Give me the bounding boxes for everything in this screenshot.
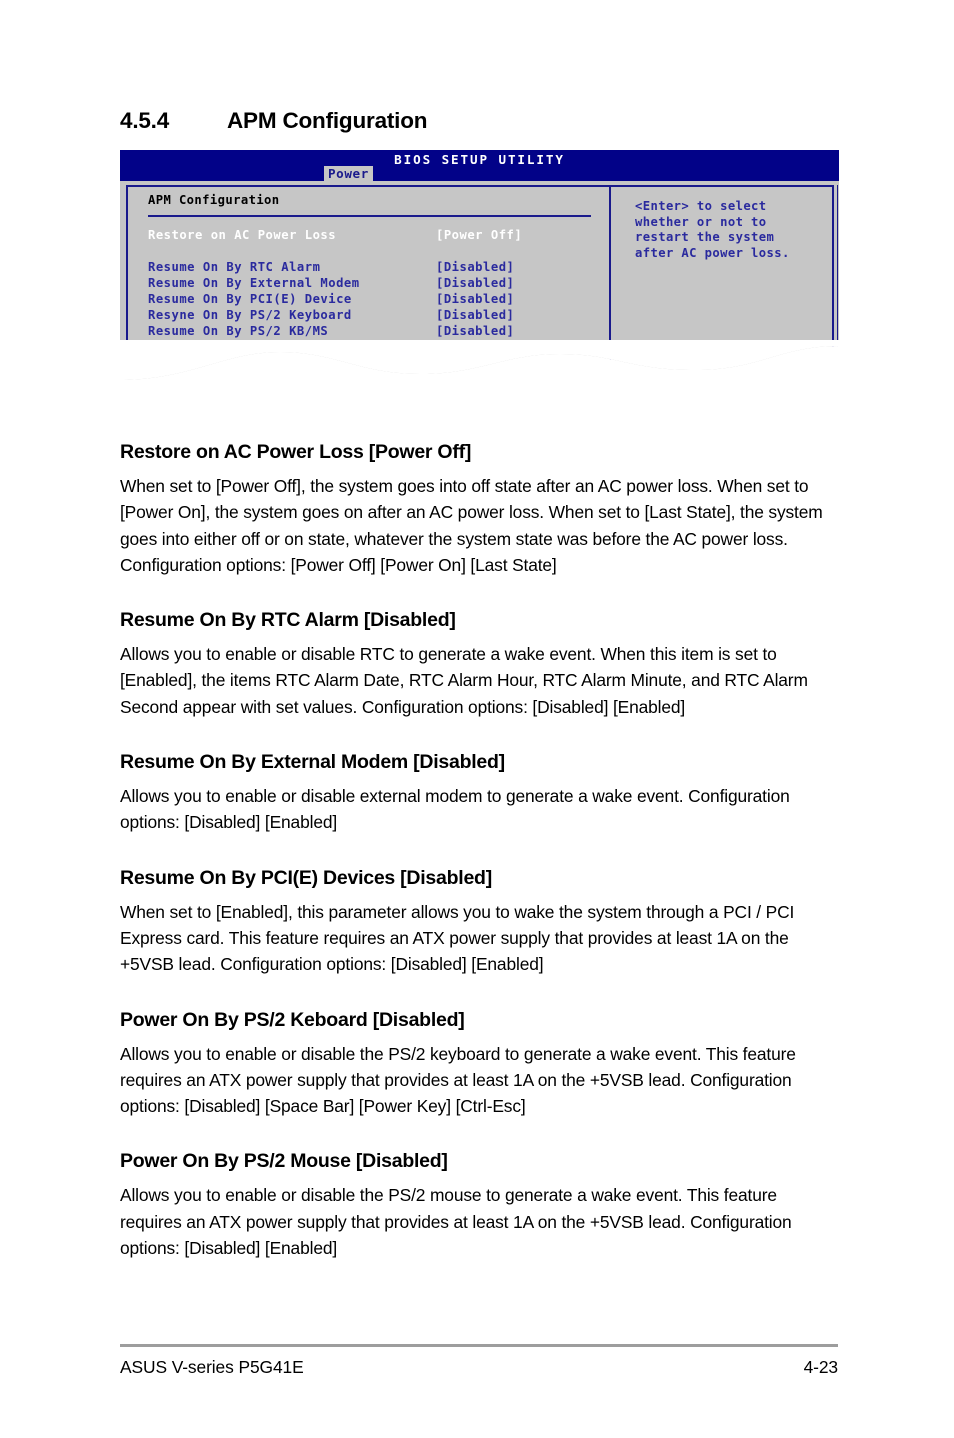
bios-menu-panel: APM Configuration Restore on AC Power Lo… [128,187,609,369]
footer-page-number: 4-23 [803,1357,839,1377]
bios-help-footer-faint: v02 - - - [635,347,744,355]
setting-description-block: Power On By PS/2 Keboard [Disabled] Allow… [120,1008,842,1120]
bios-help-text: <Enter> to select whether or not to rest… [635,199,790,260]
bios-menu-spacer [148,243,598,259]
setting-body: When set to [Power Off], the system goes… [120,476,823,575]
bios-menu-row-value[interactable]: [Disabled] [436,275,514,291]
bios-menu-row[interactable]: Resume On By PCI(E) Device [Disabled] [148,291,598,307]
bios-menu-row-label: Resume On By External Modem [148,276,360,290]
bios-menu-row[interactable]: Resyne On By PS/2 Keyboard [Disabled] [148,307,598,323]
bios-menu-row[interactable]: Resume On By External Modem [Disabled] [148,275,598,291]
setting-title: Power On By PS/2 Mouse [Disabled] [120,1150,448,1173]
bios-menu-rows: Restore on AC Power Loss [Power Off] Resum… [148,227,598,339]
bios-menu-row-value[interactable]: [Disabled] [436,259,514,275]
setting-body: Allows you to enable or disable external… [120,786,790,833]
bios-tab-power[interactable]: Power [324,166,373,182]
bios-panel-heading-rule [148,215,591,217]
section-heading: 4.5.4 APM Configuration [120,108,840,134]
setting-body: Allows you to enable or disable the PS/2… [120,1043,796,1117]
section-title: APM Configuration [227,108,428,133]
bios-titlebar: BIOS SETUP UTILITY Power [120,150,839,182]
setting-body: Allows you to enable or disable the PS/2… [120,1185,792,1259]
setting-body: Allows you to enable or disable RTC to g… [120,644,808,717]
bios-frame-right-outer [837,185,838,369]
bios-menu-row-value[interactable]: [Disabled] [436,307,514,323]
setting-title: Resume On By RTC Alarm [Disabled] [120,609,456,632]
bios-help-panel: <Enter> to select whether or not to rest… [611,187,833,369]
setting-body: When set to [Enabled], this parameter al… [120,901,795,975]
footer-product: ASUS V-series P5G41E [120,1357,304,1377]
bios-body: APM Configuration Restore on AC Power Lo… [120,181,839,382]
bios-panel-heading: APM Configuration [148,193,280,207]
setting-title: Power On By PS/2 Keboard [Disabled] [120,1008,465,1031]
bios-menu-row-value[interactable]: [Disabled] [436,291,514,307]
content-blocks: Restore on AC Power Loss [Power Off] When… [120,440,842,1291]
setting-description-block: Resume On By PCI(E) Devices [Disabled] Wh… [120,866,842,978]
bios-menu-row-value[interactable]: [Disabled] [436,323,514,339]
setting-description-block: Power On By PS/2 Mouse [Disabled] Allows … [120,1149,842,1261]
bios-screenshot-figure: BIOS SETUP UTILITY Power APM Configurati… [120,150,839,384]
bios-menu-row[interactable]: Resume On By RTC Alarm [Disabled] [148,259,598,275]
bios-menu-row-label: Resume On By RTC Alarm [148,260,321,274]
setting-description-block: Restore on AC Power Loss [Power Off] When… [120,440,842,578]
bios-utility-title: BIOS SETUP UTILITY [394,152,565,167]
bios-menu-row-label: Restore on AC Power Loss [148,228,337,242]
bios-menu-row-label: Resyne On By PS/2 Keyboard [148,308,352,322]
bios-menu-row-value[interactable]: [Power Off] [436,227,522,243]
section-number: 4.5.4 [120,108,170,133]
setting-description-block: Resume On By External Modem [Disabled] Al… [120,750,842,836]
bios-menu-row-label: Resume On By PCI(E) Device [148,292,352,306]
bios-menu-row[interactable]: Restore on AC Power Loss [Power Off] [148,227,598,243]
document-page: 4.5.4 APM Configuration BIOS SETUP UTILIT… [0,0,954,1438]
setting-description-block: Resume On By RTC Alarm [Disabled] Allows … [120,608,842,720]
bios-menu-row[interactable]: Resume On By PS/2 KB/MS [Disabled] [148,323,598,339]
footer-rule [120,1344,838,1347]
setting-title: Restore on AC Power Loss [Power Off] [120,441,472,463]
bios-menu-row-label: Resume On By PS/2 KB/MS [148,324,329,338]
setting-title: Resume On By PCI(E) Devices [Disabled] [120,866,492,889]
setting-title: Resume On By External Modem [Disabled] [120,751,505,774]
